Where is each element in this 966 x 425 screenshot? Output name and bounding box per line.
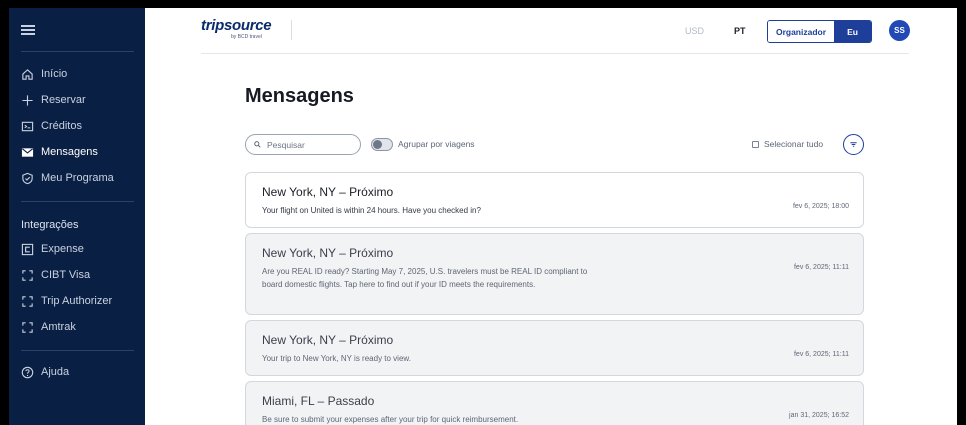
group-by-trips-toggle[interactable] — [371, 138, 393, 151]
sidebar: Início Reservar Créditos Mensagens Meu P… — [9, 8, 145, 425]
currency-selector[interactable]: USD — [685, 26, 704, 36]
sidebar-item-label: Início — [41, 68, 68, 80]
sidebar-item-amtrak[interactable]: Amtrak — [21, 318, 76, 336]
sidebar-item-ajuda[interactable]: Ajuda — [21, 363, 69, 381]
sidebar-divider — [21, 201, 134, 202]
page-title: Mensagens — [245, 85, 354, 107]
plus-icon — [21, 94, 34, 107]
sidebar-item-creditos[interactable]: Créditos — [21, 117, 82, 135]
message-card[interactable]: New York, NY – Próximo Are you REAL ID r… — [245, 233, 864, 315]
sidebar-item-label: Créditos — [41, 120, 82, 132]
sidebar-item-label: Meu Programa — [41, 172, 114, 184]
message-card[interactable]: Miami, FL – Passado Be sure to submit yo… — [245, 381, 864, 425]
integrations-heading: Integrações — [21, 219, 79, 231]
bracket-icon — [21, 269, 34, 282]
shield-check-icon — [21, 172, 34, 185]
message-body: Your trip to New York, NY is ready to vi… — [262, 354, 411, 363]
sidebar-item-cibt-visa[interactable]: CIBT Visa — [21, 266, 90, 284]
hamburger-icon[interactable] — [21, 25, 35, 35]
message-title: Miami, FL – Passado — [262, 394, 375, 408]
help-circle-icon — [21, 366, 34, 379]
search-input[interactable] — [267, 139, 347, 150]
filter-icon — [850, 142, 857, 147]
filter-button[interactable] — [843, 134, 864, 155]
message-date: fev 6, 2025; 11:11 — [793, 351, 849, 358]
avatar[interactable]: SS — [889, 20, 910, 41]
sidebar-item-label: Expense — [41, 243, 84, 255]
search-icon — [254, 141, 261, 148]
bracket-icon — [21, 295, 34, 308]
language-selector[interactable]: PT — [734, 26, 746, 36]
sidebar-item-inicio[interactable]: Início — [21, 65, 67, 83]
sidebar-divider — [21, 350, 134, 351]
sidebar-item-expense[interactable]: Expense — [21, 240, 84, 258]
select-all-checkbox[interactable]: Selecionar tudo — [752, 139, 823, 149]
header-divider — [201, 53, 909, 54]
group-by-trips-label: Agrupar por viagens — [398, 139, 475, 149]
search-box[interactable] — [245, 134, 361, 155]
ticket-icon — [21, 120, 34, 133]
mail-icon — [21, 146, 34, 159]
sidebar-item-label: Amtrak — [41, 321, 76, 333]
sidebar-divider — [21, 51, 134, 52]
message-title: New York, NY – Próximo — [262, 185, 394, 199]
message-title: New York, NY – Próximo — [262, 246, 394, 260]
home-icon — [21, 68, 34, 81]
checkbox-box — [752, 140, 759, 148]
organizer-button[interactable]: Organizador — [768, 21, 834, 42]
sidebar-item-label: Mensagens — [41, 146, 98, 158]
message-body: Your flight on United is within 24 hours… — [262, 206, 481, 215]
message-body: Be sure to submit your expenses after yo… — [262, 415, 519, 424]
sidebar-item-reservar[interactable]: Reservar — [21, 91, 86, 109]
sidebar-item-trip-authorizer[interactable]: Trip Authorizer — [21, 292, 112, 310]
sidebar-item-label: CIBT Visa — [41, 269, 91, 281]
tripsource-logo[interactable]: tripsource by BCD travel — [201, 18, 272, 41]
message-title: New York, NY – Próximo — [262, 333, 394, 347]
expense-c-icon — [21, 243, 34, 256]
message-card[interactable]: New York, NY – Próximo Your flight on Un… — [245, 172, 864, 228]
sidebar-item-label: Reservar — [41, 94, 86, 106]
sidebar-item-meu-programa[interactable]: Meu Programa — [21, 169, 114, 187]
message-date: jan 31, 2025; 16:52 — [789, 412, 849, 419]
bracket-icon — [21, 321, 34, 334]
toggle-knob — [373, 140, 382, 149]
select-all-label: Selecionar tudo — [764, 139, 824, 149]
role-toggle: Organizador Eu — [767, 20, 872, 43]
app-window: Início Reservar Créditos Mensagens Meu P… — [9, 8, 957, 425]
message-date: fev 6, 2025; 18:00 — [792, 203, 849, 210]
message-body: Are you REAL ID ready? Starting May 7, 2… — [262, 267, 588, 289]
message-card[interactable]: New York, NY – Próximo Your trip to New … — [245, 320, 864, 376]
sidebar-item-label: Trip Authorizer — [41, 295, 113, 307]
top-header: tripsource by BCD travel USD PT Organiza… — [145, 8, 957, 54]
sidebar-item-mensagens[interactable]: Mensagens — [21, 143, 98, 161]
sidebar-item-label: Ajuda — [41, 366, 70, 378]
message-date: fev 6, 2025; 11:11 — [793, 264, 849, 271]
me-button[interactable]: Eu — [834, 21, 871, 42]
logo-separator — [291, 20, 292, 40]
